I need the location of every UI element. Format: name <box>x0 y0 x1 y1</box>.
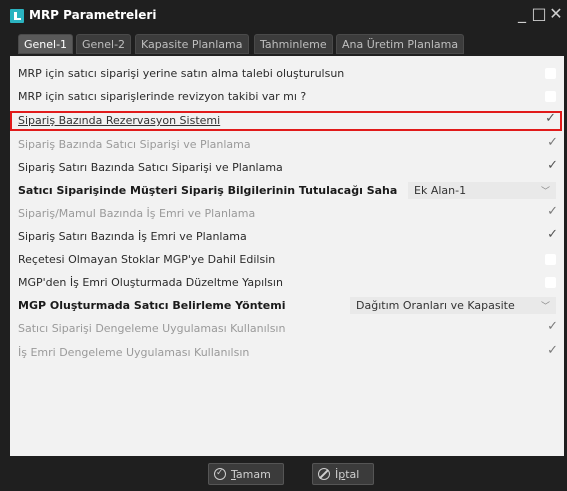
param-row-satici-dengeleme: Satıcı Siparişi Dengeleme Uygulaması Kul… <box>10 319 564 339</box>
check-circle-icon <box>214 468 226 480</box>
checkbox-unchecked[interactable] <box>545 277 556 288</box>
checkmark-icon[interactable]: ✓ <box>547 319 558 334</box>
param-label: Sipariş Satırı Bazında İş Emri ve Planla… <box>18 230 247 243</box>
checkbox-unchecked[interactable] <box>545 254 556 265</box>
chevron-down-icon: ﹀ <box>540 187 550 197</box>
cancel-button[interactable]: İptal <box>312 463 374 485</box>
param-row-revizyon-takibi: MRP için satıcı siparişlerinde revizyon … <box>10 87 564 107</box>
saha-dropdown[interactable]: Ek Alan-1 ﹀ <box>408 182 556 199</box>
dropdown-value: Ek Alan-1 <box>414 184 467 197</box>
param-row-recetesi-olmayan: Reçetesi Olmayan Stoklar MGP'ye Dahil Ed… <box>10 250 564 270</box>
dialog-footer: Tamam İptal <box>0 456 567 491</box>
window-title: MRP Parametreleri <box>29 8 157 22</box>
title-bar: MRP Parametreleri _ □ ✕ <box>0 0 567 30</box>
minimize-button[interactable]: _ <box>513 4 531 24</box>
tab-bar: Genel-1 Genel-2 Kapasite Planlama Tahmin… <box>0 34 567 56</box>
tab-ana-uretim-planlama[interactable]: Ana Üretim Planlama <box>336 34 465 54</box>
ok-label: amam <box>235 468 271 481</box>
tab-genel-1[interactable]: Genel-1 <box>18 34 74 54</box>
tab-genel-2[interactable]: Genel-2 <box>76 34 132 54</box>
param-row-is-emri-dengeleme: İş Emri Dengeleme Uygulaması Kullanılsın… <box>10 343 564 363</box>
param-row-satin-alma-talebi: MRP için satıcı siparişi yerine satın al… <box>10 64 564 84</box>
param-label: MRP için satıcı siparişlerinde revizyon … <box>18 90 307 103</box>
param-label: Satıcı Siparişi Dengeleme Uygulaması Kul… <box>18 322 286 335</box>
param-row-musteri-siparis-saha: Satıcı Siparişinde Müşteri Sipariş Bilgi… <box>10 181 564 201</box>
param-label: Sipariş Bazında Rezervasyon Sistemi <box>18 114 221 127</box>
param-label: Reçetesi Olmayan Stoklar MGP'ye Dahil Ed… <box>18 253 276 266</box>
checkbox-unchecked[interactable] <box>545 68 556 79</box>
tab-tahminleme[interactable]: Tahminleme <box>254 34 333 54</box>
mrp-parameters-window: MRP Parametreleri _ □ ✕ Genel-1 Genel-2 … <box>0 0 567 491</box>
dropdown-value: Dağıtım Oranları ve Kapasite <box>356 299 515 312</box>
app-logo-icon <box>10 9 24 23</box>
checkmark-icon[interactable]: ✓ <box>547 135 558 150</box>
checkmark-icon[interactable]: ✓ <box>547 158 558 173</box>
param-row-satici-belirleme: MGP Oluşturmada Satıcı Belirleme Yöntemi… <box>10 296 564 316</box>
param-label: Sipariş/Mamul Bazında İş Emri ve Planlam… <box>18 207 256 220</box>
checkmark-icon[interactable]: ✓ <box>547 204 558 219</box>
param-row-mamul-bazinda-is-emri: Sipariş/Mamul Bazında İş Emri ve Planlam… <box>10 204 564 224</box>
param-label: MRP için satıcı siparişi yerine satın al… <box>18 67 345 80</box>
param-row-satir-bazinda-satici: Sipariş Satırı Bazında Satıcı Siparişi v… <box>10 158 564 178</box>
param-row-rezervasyon-sistemi[interactable]: Sipariş Bazında Rezervasyon Sistemi ✓ <box>10 111 562 131</box>
param-label: Sipariş Satırı Bazında Satıcı Siparişi v… <box>18 161 283 174</box>
param-row-duzeltme: MGP'den İş Emri Oluşturmada Düzeltme Yap… <box>10 273 564 293</box>
satici-belirleme-dropdown[interactable]: Dağıtım Oranları ve Kapasite ﹀ <box>350 297 556 314</box>
checkmark-icon[interactable]: ✓ <box>545 111 556 126</box>
parameters-panel: MRP için satıcı siparişi yerine satın al… <box>10 56 564 456</box>
cancel-circle-icon <box>318 468 330 480</box>
param-row-satir-bazinda-is-emri: Sipariş Satırı Bazında İş Emri ve Planla… <box>10 227 564 247</box>
checkmark-icon[interactable]: ✓ <box>547 343 558 358</box>
ok-button[interactable]: Tamam <box>208 463 284 485</box>
param-label: Sipariş Bazında Satıcı Siparişi ve Planl… <box>18 138 251 151</box>
maximize-button[interactable]: □ <box>530 4 548 24</box>
cancel-label: tal <box>345 468 360 481</box>
checkmark-icon[interactable]: ✓ <box>547 227 558 242</box>
param-label: MGP Oluşturmada Satıcı Belirleme Yöntemi <box>18 299 286 312</box>
chevron-down-icon: ﹀ <box>540 302 550 312</box>
close-button[interactable]: ✕ <box>547 4 565 24</box>
param-label: İş Emri Dengeleme Uygulaması Kullanılsın <box>18 346 250 359</box>
param-label: Satıcı Siparişinde Müşteri Sipariş Bilgi… <box>18 184 398 197</box>
param-label: MGP'den İş Emri Oluşturmada Düzeltme Yap… <box>18 276 283 289</box>
checkbox-unchecked[interactable] <box>545 91 556 102</box>
tab-kapasite-planlama[interactable]: Kapasite Planlama <box>135 34 249 54</box>
param-row-siparis-bazinda-satici: Sipariş Bazında Satıcı Siparişi ve Planl… <box>10 135 564 155</box>
